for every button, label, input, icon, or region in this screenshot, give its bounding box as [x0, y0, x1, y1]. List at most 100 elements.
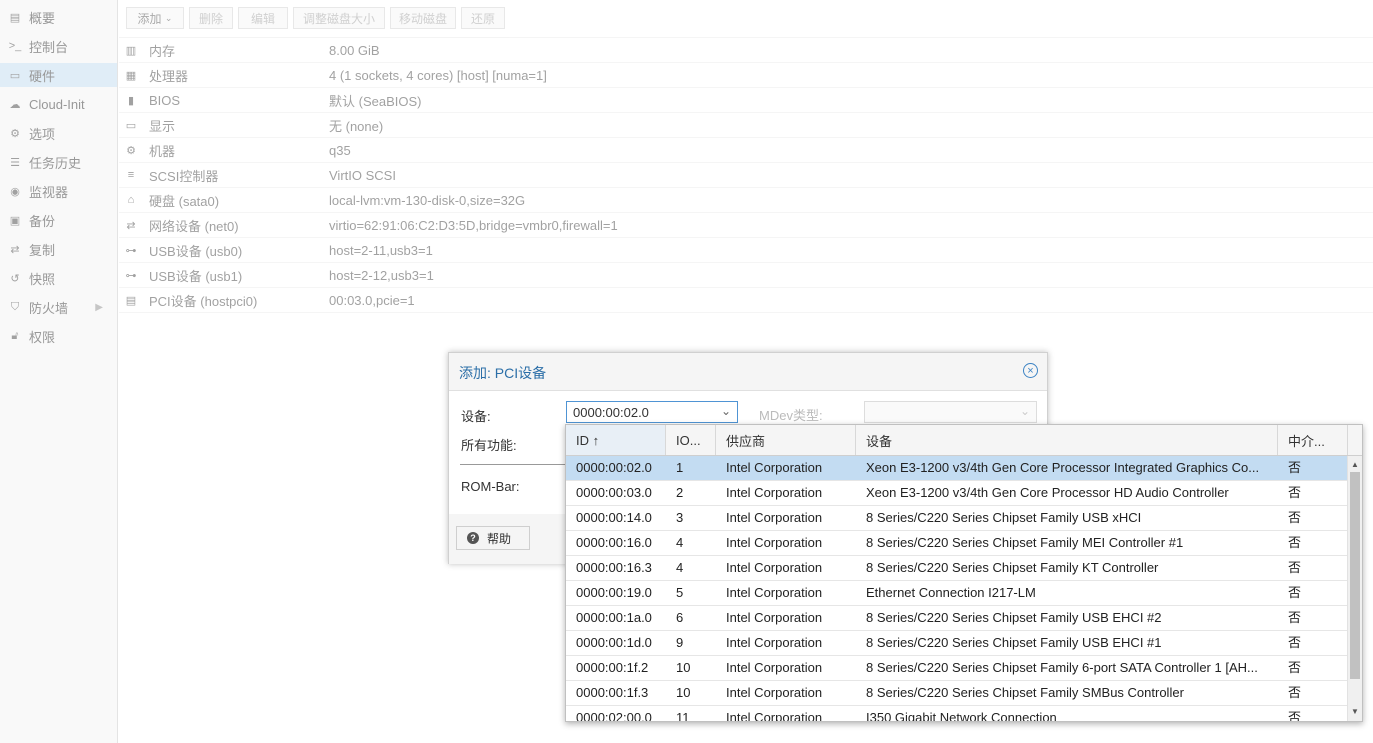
mdev-type-combobox[interactable]: ⌄: [864, 401, 1037, 423]
sidebar-item-console[interactable]: >_ 控制台: [0, 34, 117, 58]
sidebar-item-task-history[interactable]: ☰ 任务历史: [0, 150, 117, 174]
unlock-icon: 🔓︎: [11, 329, 19, 342]
chevron-down-icon[interactable]: ⌄: [721, 404, 731, 418]
hardware-value: host=2-11,usb3=1: [329, 242, 433, 258]
add-button[interactable]: 添加 ⌄: [126, 7, 184, 29]
cell-device: 8 Series/C220 Series Chipset Family SMBu…: [866, 685, 1184, 700]
column-header-iommu[interactable]: IO...: [666, 425, 716, 455]
resize-disk-button[interactable]: 调整磁盘大小: [293, 7, 385, 29]
hardware-row-network[interactable]: ⇄ 网络设备 (net0) virtio=62:91:06:C2:D3:5D,bri…: [119, 213, 1373, 238]
hardware-row-pci[interactable]: ▤ PCI设备 (hostpci0) 00:03.0,pcie=1: [119, 288, 1373, 313]
hardware-key: 网络设备 (net0): [149, 218, 239, 234]
cell-id: 0000:00:1d.0: [576, 635, 652, 650]
close-icon[interactable]: ×: [1023, 363, 1038, 378]
cell-iommu-group: 1: [676, 460, 684, 475]
sidebar-item-summary[interactable]: ▤ 概要: [0, 5, 117, 29]
table-row[interactable]: 0000:00:1d.0 9 Intel Corporation 8 Series/C…: [566, 631, 1347, 656]
hardware-row-bios[interactable]: ▮ BIOS 默认 (SeaBIOS): [119, 88, 1373, 113]
cell-vendor: Intel Corporation: [726, 535, 823, 550]
cell-device: I350 Gigabit Network Connection: [866, 710, 1057, 722]
hardware-key: 处理器: [149, 68, 189, 84]
sidebar-item-label: 任务历史: [29, 155, 82, 171]
hardware-toolbar: 添加 ⌄ 删除 编辑 调整磁盘大小 移动磁盘 还原: [119, 0, 1373, 38]
column-header-device[interactable]: 设备: [856, 425, 1278, 455]
cell-id: 0000:02:00.0: [576, 710, 652, 722]
cell-vendor: Intel Corporation: [726, 560, 823, 575]
sidebar-item-label: 控制台: [29, 39, 69, 55]
cell-mediated: 否: [1288, 685, 1302, 700]
expand-arrow-icon[interactable]: ▶: [95, 302, 103, 313]
device-value: 0000:00:02.0: [573, 404, 649, 420]
cell-mediated: 否: [1288, 535, 1302, 550]
column-label: ID ↑: [576, 432, 600, 448]
hardware-row-scsi[interactable]: ≡ SCSI控制器 VirtIO SCSI: [119, 163, 1373, 188]
cell-id: 0000:00:14.0: [576, 510, 652, 525]
hardware-row-usb1[interactable]: ⊶ USB设备 (usb1) host=2-12,usb3=1: [119, 263, 1373, 288]
hardware-row-memory[interactable]: ▥ 内存 8.00 GiB: [119, 38, 1373, 63]
sidebar-item-replication[interactable]: ⇄ 复制: [0, 237, 117, 261]
cell-mediated: 否: [1288, 460, 1302, 475]
monitor-icon: ▭: [9, 69, 21, 82]
move-disk-button[interactable]: 移动磁盘: [390, 7, 456, 29]
microchip-icon: ▮: [127, 94, 135, 107]
sidebar-item-permissions[interactable]: 🔓︎ 权限: [0, 324, 117, 348]
table-row[interactable]: 0000:00:19.0 5 Intel Corporation Ethernet C…: [566, 581, 1347, 606]
scroll-down-icon[interactable]: ▼: [1348, 705, 1362, 719]
hardware-key: USB设备 (usb1): [149, 268, 243, 284]
hardware-value: 无 (none): [329, 118, 384, 134]
dialog-header: 添加: PCI设备 ×: [449, 353, 1047, 391]
cell-vendor: Intel Corporation: [726, 635, 823, 650]
sidebar-item-monitor[interactable]: ◉ 监视器: [0, 179, 117, 203]
cell-iommu-group: 4: [676, 535, 684, 550]
cell-id: 0000:00:16.3: [576, 560, 652, 575]
sidebar-item-firewall[interactable]: ⛉ 防火墙 ▶: [0, 295, 117, 319]
table-row[interactable]: 0000:00:03.0 2 Intel Corporation Xeon E3-12…: [566, 481, 1347, 506]
usb-icon: ⊶: [125, 269, 137, 282]
cell-mediated: 否: [1288, 660, 1302, 675]
table-row[interactable]: 0000:02:00.0 11 Intel Corporation I350 Giga…: [566, 706, 1347, 722]
cell-device: 8 Series/C220 Series Chipset Family USB …: [866, 510, 1142, 525]
column-header-mediated[interactable]: 中介...: [1278, 425, 1348, 455]
sidebar-item-backup[interactable]: ▣ 备份: [0, 208, 117, 232]
hardware-row-display[interactable]: ▭ 显示 无 (none): [119, 113, 1373, 138]
cell-id: 0000:00:16.0: [576, 535, 652, 550]
column-header-vendor[interactable]: 供应商: [716, 425, 856, 455]
cell-device: Ethernet Connection I217-LM: [866, 585, 1036, 600]
column-header-id[interactable]: ID ↑: [566, 425, 666, 455]
sidebar-item-hardware[interactable]: ▭ 硬件: [0, 63, 117, 87]
edit-button[interactable]: 编辑: [238, 7, 288, 29]
cell-device: 8 Series/C220 Series Chipset Family KT C…: [866, 560, 1159, 575]
revert-button[interactable]: 还原: [461, 7, 505, 29]
hardware-row-disk[interactable]: ⌂ 硬盘 (sata0) local-lvm:vm-130-disk-0,size=…: [119, 188, 1373, 213]
scrollbar-thumb[interactable]: [1350, 472, 1360, 679]
device-combobox[interactable]: 0000:00:02.0 ⌄: [566, 401, 738, 423]
help-button[interactable]: ? 帮助: [456, 526, 530, 550]
remove-button[interactable]: 删除: [189, 7, 233, 29]
revert-label: 还原: [470, 11, 495, 26]
sidebar-item-options[interactable]: ⚙ 选项: [0, 121, 117, 145]
sidebar-item-label: 硬件: [29, 68, 56, 84]
table-row[interactable]: 0000:00:16.3 4 Intel Corporation 8 Series/C…: [566, 556, 1347, 581]
table-row[interactable]: 0000:00:14.0 3 Intel Corporation 8 Series/C…: [566, 506, 1347, 531]
list-icon: ☰: [10, 156, 20, 169]
table-row[interactable]: 0000:00:1f.2 10 Intel Corporation 8 Series/…: [566, 656, 1347, 681]
table-row[interactable]: 0000:00:02.0 1 Intel Corporation Xeon E3-12…: [566, 456, 1347, 481]
scroll-up-icon[interactable]: ▲: [1348, 458, 1362, 472]
hardware-row-machine[interactable]: ⚙ 机器 q35: [119, 138, 1373, 163]
scrollbar[interactable]: ▲ ▼: [1347, 456, 1362, 721]
table-row[interactable]: 0000:00:16.0 4 Intel Corporation 8 Series/C…: [566, 531, 1347, 556]
cogs-icon: ⚙: [126, 144, 136, 157]
cell-vendor: Intel Corporation: [726, 585, 823, 600]
cell-iommu-group: 6: [676, 610, 684, 625]
cell-mediated: 否: [1288, 485, 1302, 500]
database-icon: ≡: [127, 169, 135, 181]
cloud-icon: ☁: [9, 98, 21, 111]
sidebar-item-label: 监视器: [29, 184, 69, 200]
hardware-value: 4 (1 sockets, 4 cores) [host] [numa=1]: [329, 67, 547, 83]
table-row[interactable]: 0000:00:1f.3 10 Intel Corporation 8 Series/…: [566, 681, 1347, 706]
hardware-row-processor[interactable]: ▦ 处理器 4 (1 sockets, 4 cores) [host] [numa=…: [119, 63, 1373, 88]
table-row[interactable]: 0000:00:1a.0 6 Intel Corporation 8 Series/C…: [566, 606, 1347, 631]
hardware-row-usb0[interactable]: ⊶ USB设备 (usb0) host=2-11,usb3=1: [119, 238, 1373, 263]
sidebar-item-cloud-init[interactable]: ☁ Cloud-Init: [0, 92, 117, 116]
sidebar-item-snapshots[interactable]: ↺ 快照: [0, 266, 117, 290]
